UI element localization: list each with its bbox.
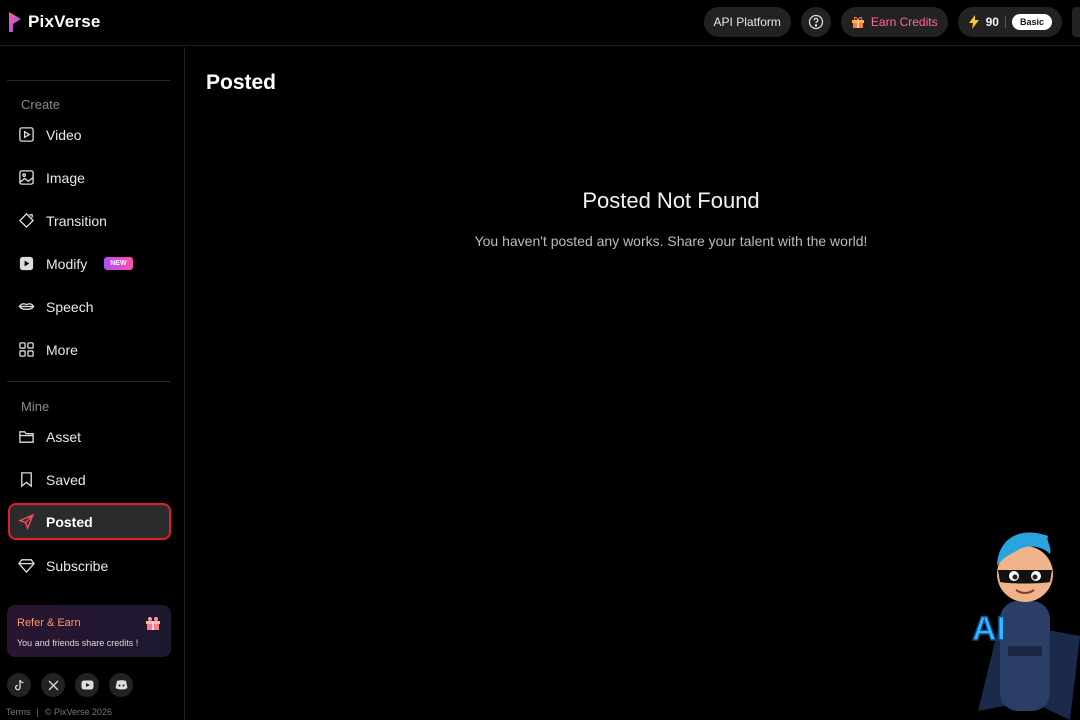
lightning-icon (968, 15, 979, 29)
folder-icon (19, 431, 34, 443)
sidebar-item-asset[interactable]: Asset (8, 418, 171, 455)
sidebar-item-more[interactable]: More (8, 331, 171, 368)
sidebar-item-transition[interactable]: Transition (8, 202, 171, 239)
page-title: Posted (206, 71, 277, 94)
main-content: Posted Posted Not Found You haven't post… (186, 47, 1080, 720)
lips-icon (18, 303, 35, 310)
sidebar-item-label: Speech (46, 298, 94, 315)
pixverse-logo-icon (9, 12, 21, 32)
modify-icon (19, 256, 34, 271)
empty-state-subtitle: You haven't posted any works. Share your… (474, 233, 868, 249)
sidebar-item-saved[interactable]: Saved (8, 461, 171, 498)
mascot-ai-text: AI (972, 610, 1006, 648)
tiktok-icon[interactable] (7, 673, 31, 697)
sidebar-item-label: Transition (46, 212, 107, 229)
api-platform-label: API Platform (713, 15, 781, 29)
earn-credits-label: Earn Credits (870, 15, 938, 29)
image-icon (19, 170, 34, 185)
discord-icon[interactable] (109, 673, 133, 697)
mascot-mask (998, 570, 1052, 584)
help-icon (808, 14, 824, 30)
api-platform-button[interactable]: API Platform (703, 7, 791, 37)
sidebar: Create Video Image Transition Modify NEW… (0, 47, 185, 720)
sidebar-item-label: Saved (46, 471, 86, 488)
profile-button-partial[interactable] (1072, 7, 1080, 37)
sidebar-item-label: Modify (46, 255, 88, 272)
sidebar-item-label: Image (46, 169, 85, 186)
x-icon[interactable] (41, 673, 65, 697)
sidebar-divider (7, 381, 170, 382)
refer-and-earn-card[interactable]: Refer & Earn You and friends share credi… (7, 605, 171, 657)
bookmark-icon (21, 472, 32, 488)
social-links (7, 673, 133, 697)
create-section-title: Create (21, 97, 61, 112)
sidebar-item-label: Video (46, 126, 82, 143)
top-bar: PixVerse API Platform Earn Credits 90 Ba… (0, 0, 1080, 46)
help-button[interactable] (800, 7, 831, 37)
new-badge: NEW (104, 257, 133, 270)
mine-section-title: Mine (21, 399, 50, 414)
sidebar-item-modify[interactable]: Modify NEW (8, 245, 171, 282)
sidebar-item-video[interactable]: Video (8, 116, 171, 153)
terms-link[interactable]: Terms (6, 707, 31, 717)
credits-indicator[interactable]: 90 Basic (957, 7, 1062, 37)
sidebar-divider (7, 80, 170, 81)
sidebar-footer: Terms | © PixVerse 2026 (6, 707, 112, 717)
sidebar-item-label: Posted (46, 513, 93, 530)
mascot-belt (1008, 646, 1042, 656)
credits-separator (1004, 16, 1006, 28)
refer-subtitle: You and friends share credits ! (17, 638, 139, 648)
sidebar-item-image[interactable]: Image (8, 159, 171, 196)
earn-credits-button[interactable]: Earn Credits (840, 7, 948, 37)
gift-icon (146, 617, 160, 630)
sidebar-item-label: More (46, 341, 78, 358)
ai-mascot-illustration[interactable]: AI (970, 526, 1080, 720)
youtube-icon[interactable] (75, 673, 99, 697)
diamond-icon (18, 559, 35, 574)
send-icon (18, 513, 35, 530)
grid-icon (19, 342, 34, 357)
sidebar-item-posted[interactable]: Posted (8, 503, 171, 540)
sidebar-item-speech[interactable]: Speech (8, 288, 171, 325)
copyright-text: © PixVerse 2026 (44, 707, 113, 717)
credits-count: 90 (985, 15, 999, 29)
video-icon (19, 127, 34, 142)
refer-title: Refer & Earn (17, 617, 81, 629)
transition-icon (18, 212, 35, 229)
logo[interactable]: PixVerse (8, 11, 101, 33)
empty-state-title: Posted Not Found (582, 188, 760, 213)
sidebar-item-label: Subscribe (46, 557, 109, 574)
sidebar-item-label: Asset (46, 428, 82, 445)
mascot-pupil-right (1032, 574, 1038, 580)
logo-text: PixVerse (28, 12, 101, 31)
plan-badge: Basic (1011, 14, 1052, 30)
mascot-pupil-left (1012, 574, 1018, 580)
footer-separator: | (36, 707, 39, 717)
gift-icon (851, 16, 864, 28)
sidebar-item-subscribe[interactable]: Subscribe (8, 547, 171, 584)
